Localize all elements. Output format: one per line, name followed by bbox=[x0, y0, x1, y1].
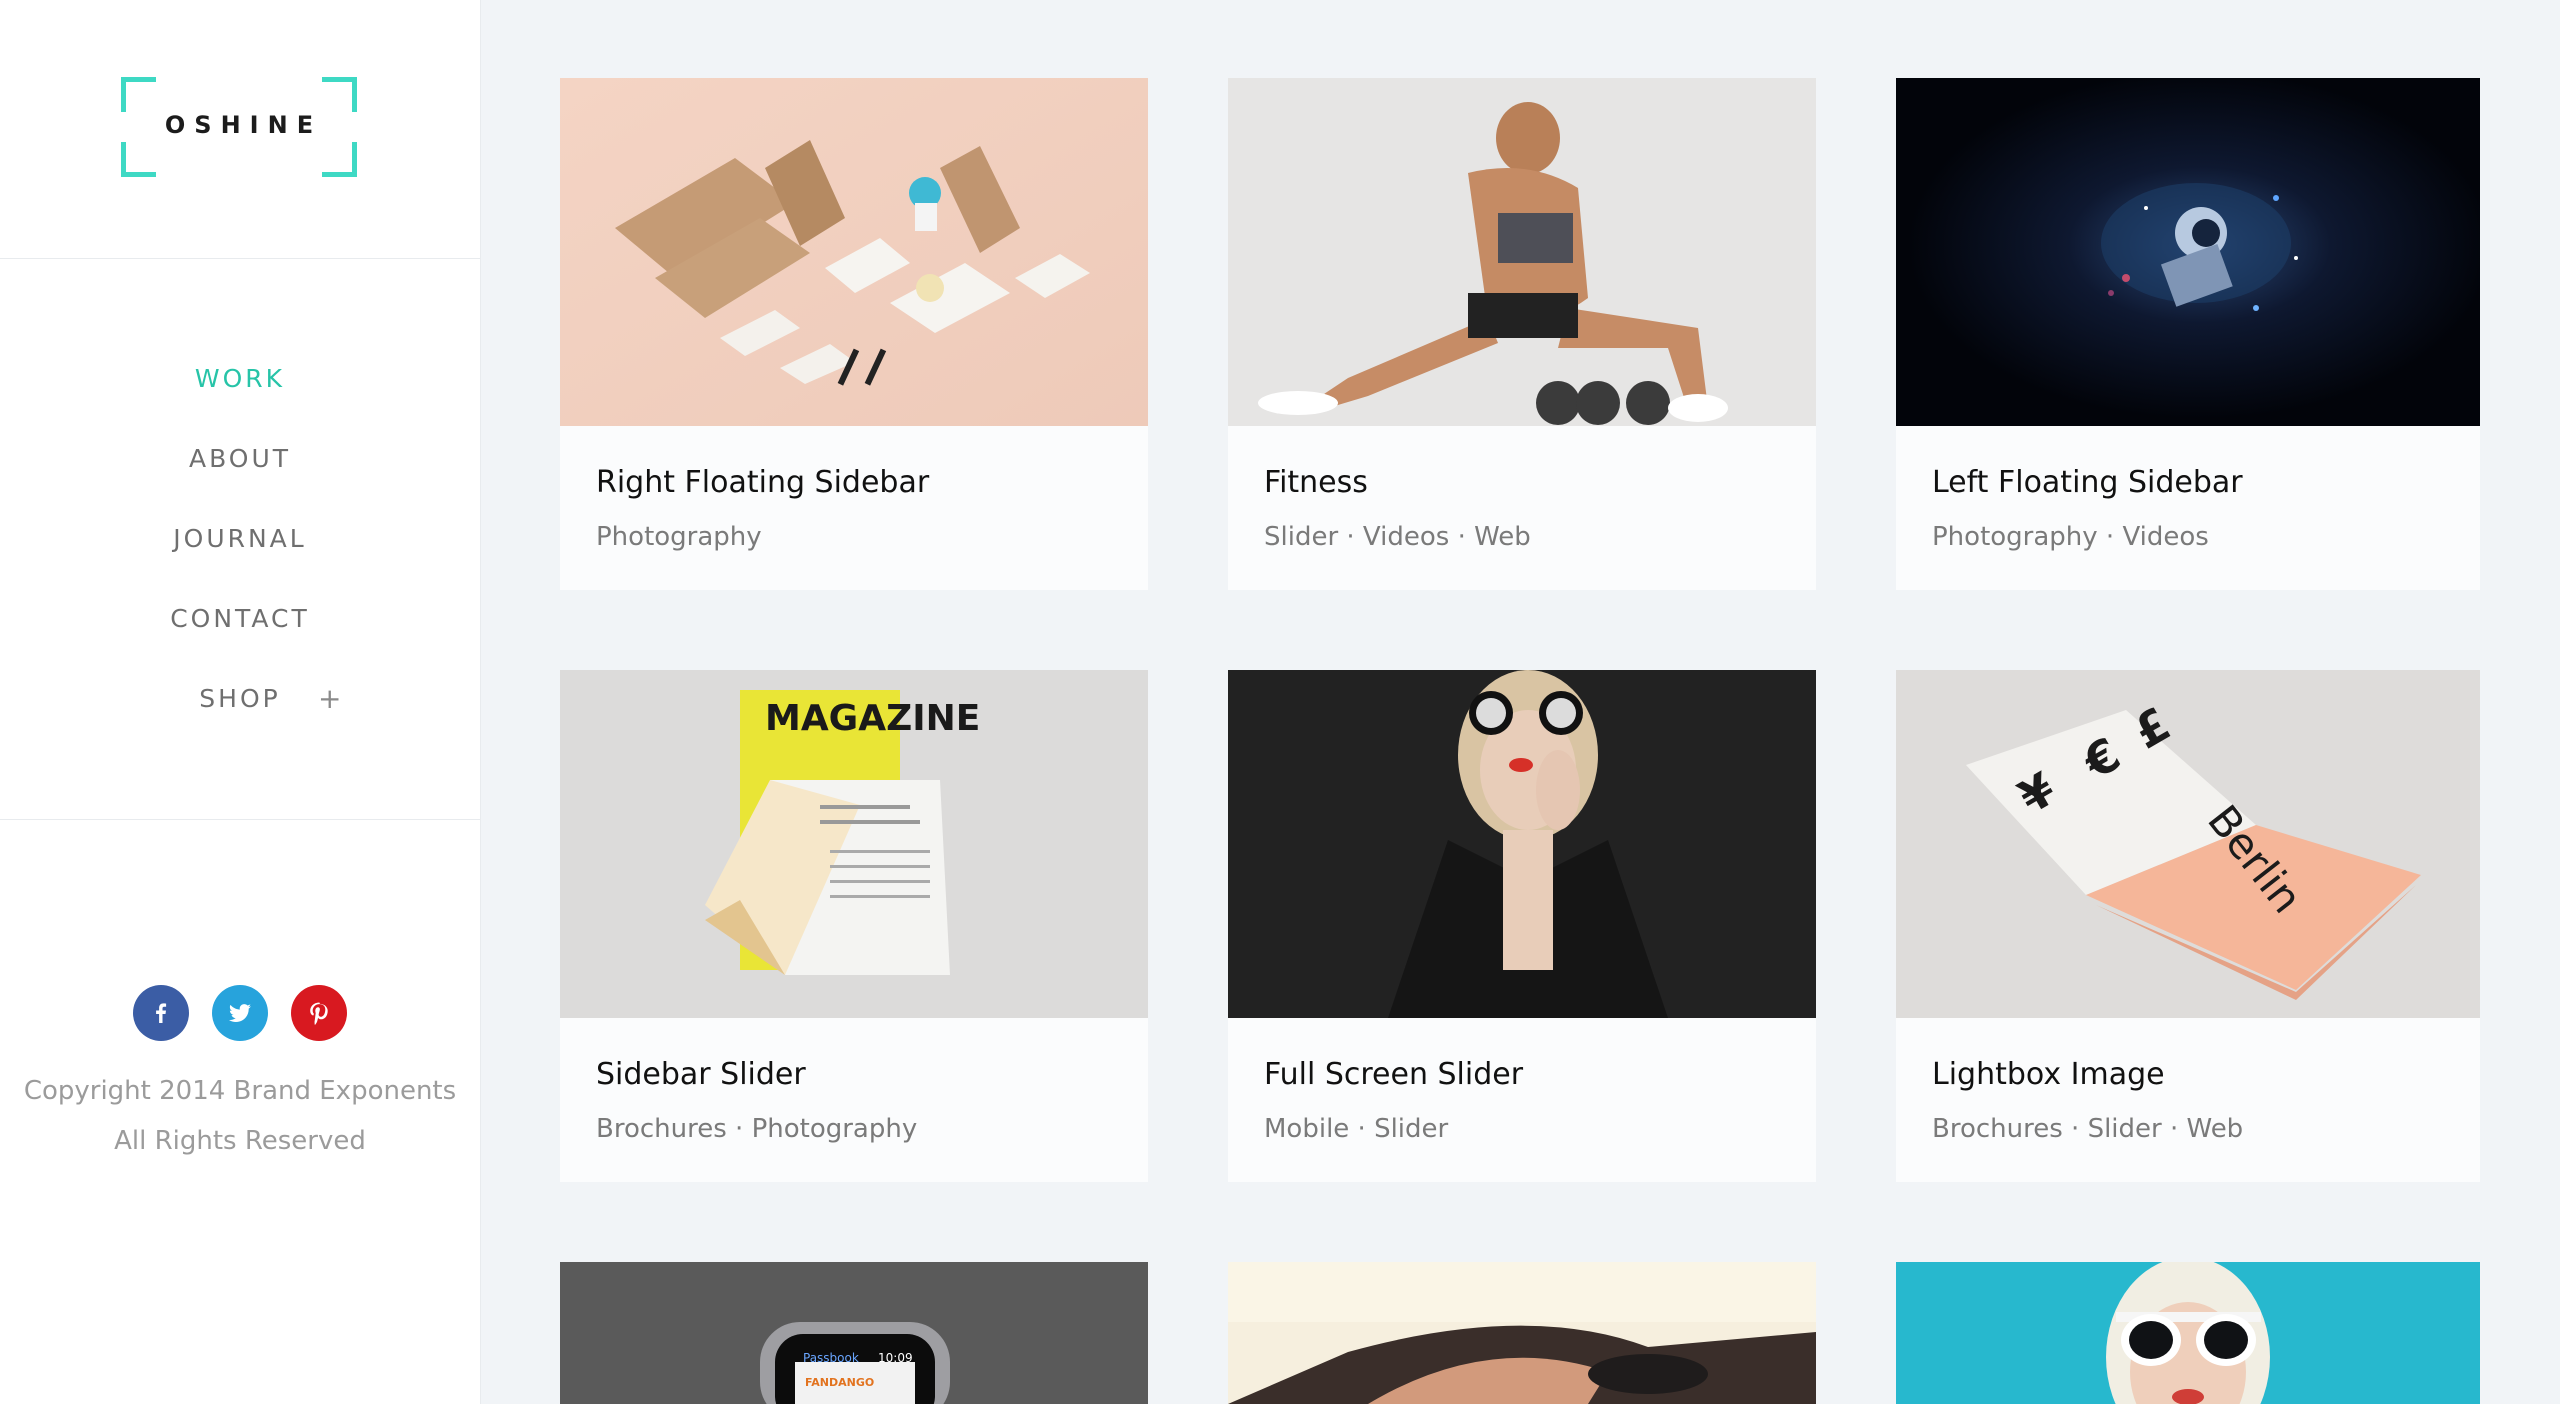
twitter-button[interactable] bbox=[212, 985, 268, 1041]
sunglasses-portrait-image bbox=[1896, 1262, 2480, 1404]
logo-bracket bbox=[322, 77, 357, 112]
berlin-brochure-image: Berlin £ € ¥ bbox=[1896, 670, 2480, 1018]
portfolio-title[interactable]: Left Floating Sidebar bbox=[1932, 465, 2243, 500]
portfolio-tags: Photography · Videos bbox=[1932, 522, 2209, 552]
portfolio-item[interactable]: Right Floating Sidebar Photography bbox=[560, 78, 1148, 590]
portfolio-item[interactable] bbox=[1228, 1262, 1816, 1404]
main-nav: WORK ABOUT JOURNAL CONTACT SHOP + bbox=[0, 354, 480, 754]
portfolio-thumbnail[interactable] bbox=[1228, 1262, 1816, 1404]
logo-area: OSHINE bbox=[0, 0, 480, 259]
beach-portrait-image bbox=[1228, 1262, 1816, 1404]
portfolio-title[interactable]: Fitness bbox=[1264, 465, 1368, 500]
portfolio-thumbnail[interactable] bbox=[1896, 78, 2480, 426]
nav-item-contact[interactable]: CONTACT bbox=[0, 594, 480, 674]
pinterest-icon bbox=[310, 1002, 328, 1025]
portfolio-item[interactable]: Passbook 10:09 FANDANGO bbox=[560, 1262, 1148, 1404]
logo-bracket bbox=[121, 142, 156, 177]
rights-line: All Rights Reserved bbox=[114, 1126, 366, 1156]
pinterest-button[interactable] bbox=[291, 985, 348, 1041]
nav-item-about[interactable]: ABOUT bbox=[0, 434, 480, 514]
smartwatch-image: Passbook 10:09 FANDANGO bbox=[560, 1262, 1148, 1404]
portfolio-thumbnail[interactable] bbox=[560, 78, 1148, 426]
fashion-portrait-image bbox=[1228, 670, 1816, 1018]
facebook-button[interactable] bbox=[132, 985, 189, 1041]
nav-item-shop-label: SHOP bbox=[199, 684, 281, 713]
portfolio-thumbnail[interactable]: MAGAZINE bbox=[560, 670, 1148, 1018]
sidebar: OSHINE WORK ABOUT JOURNAL CONTACT SHOP + bbox=[0, 0, 481, 1404]
facebook-icon bbox=[156, 1003, 167, 1023]
nav-item-work[interactable]: WORK bbox=[0, 354, 480, 434]
logo-bracket bbox=[121, 77, 156, 112]
nav-item-shop[interactable]: SHOP + bbox=[0, 674, 480, 754]
portfolio-tags: Brochures · Slider · Web bbox=[1932, 1114, 2244, 1144]
portfolio-tags: Mobile · Slider bbox=[1264, 1114, 1449, 1144]
portfolio-thumbnail[interactable]: Passbook 10:09 FANDANGO bbox=[560, 1262, 1148, 1404]
logo[interactable]: OSHINE bbox=[121, 77, 357, 177]
watch-time: 10:09 bbox=[878, 1351, 913, 1365]
logo-text: OSHINE bbox=[164, 111, 323, 139]
portfolio-thumbnail[interactable] bbox=[1228, 78, 1816, 426]
copyright: Copyright 2014 Brand Exponents All Right… bbox=[0, 1066, 480, 1166]
portfolio-item[interactable]: Full Screen Slider Mobile · Slider bbox=[1228, 670, 1816, 1182]
portfolio-tags: Slider · Videos · Web bbox=[1264, 522, 1531, 552]
portfolio-title[interactable]: Right Floating Sidebar bbox=[596, 465, 929, 500]
submenu-toggle-icon[interactable]: + bbox=[318, 674, 341, 724]
portfolio-item[interactable] bbox=[1896, 1262, 2480, 1404]
portfolio-item[interactable]: Fitness Slider · Videos · Web bbox=[1228, 78, 1816, 590]
watch-app-name: Passbook bbox=[803, 1351, 859, 1365]
fitness-photo-image bbox=[1228, 78, 1816, 426]
magazine-mockup-image: MAGAZINE bbox=[560, 670, 1148, 1018]
logo-bracket bbox=[322, 142, 357, 177]
nav-item-journal[interactable]: JOURNAL bbox=[0, 514, 480, 594]
stationery-mockup-image bbox=[560, 78, 1148, 426]
portfolio-title[interactable]: Sidebar Slider bbox=[596, 1057, 806, 1092]
portfolio-title[interactable]: Full Screen Slider bbox=[1264, 1057, 1523, 1092]
portfolio-item[interactable]: Left Floating Sidebar Photography · Vide… bbox=[1896, 78, 2480, 590]
portfolio-item[interactable]: Berlin £ € ¥ Lightbox Image Brochures · … bbox=[1896, 670, 2480, 1182]
copyright-line: Copyright 2014 Brand Exponents bbox=[23, 1076, 457, 1106]
portfolio-thumbnail[interactable]: Berlin £ € ¥ bbox=[1896, 670, 2480, 1018]
social-links bbox=[0, 985, 480, 1041]
watch-ticket-label: FANDANGO bbox=[805, 1376, 874, 1389]
portfolio-tags: Photography bbox=[596, 522, 762, 552]
sidebar-divider bbox=[0, 819, 480, 820]
magazine-cover-title: MAGAZINE bbox=[765, 698, 980, 739]
portfolio-thumbnail[interactable] bbox=[1896, 1262, 2480, 1404]
portfolio-item[interactable]: MAGAZINE Sidebar Slider Brochures · Phot… bbox=[560, 670, 1148, 1182]
twitter-icon bbox=[229, 1004, 251, 1022]
portfolio-tags: Brochures · Photography bbox=[596, 1114, 918, 1144]
portfolio-thumbnail[interactable] bbox=[1228, 670, 1816, 1018]
portfolio-title[interactable]: Lightbox Image bbox=[1932, 1057, 2165, 1092]
astronaut-space-image bbox=[1896, 78, 2480, 426]
